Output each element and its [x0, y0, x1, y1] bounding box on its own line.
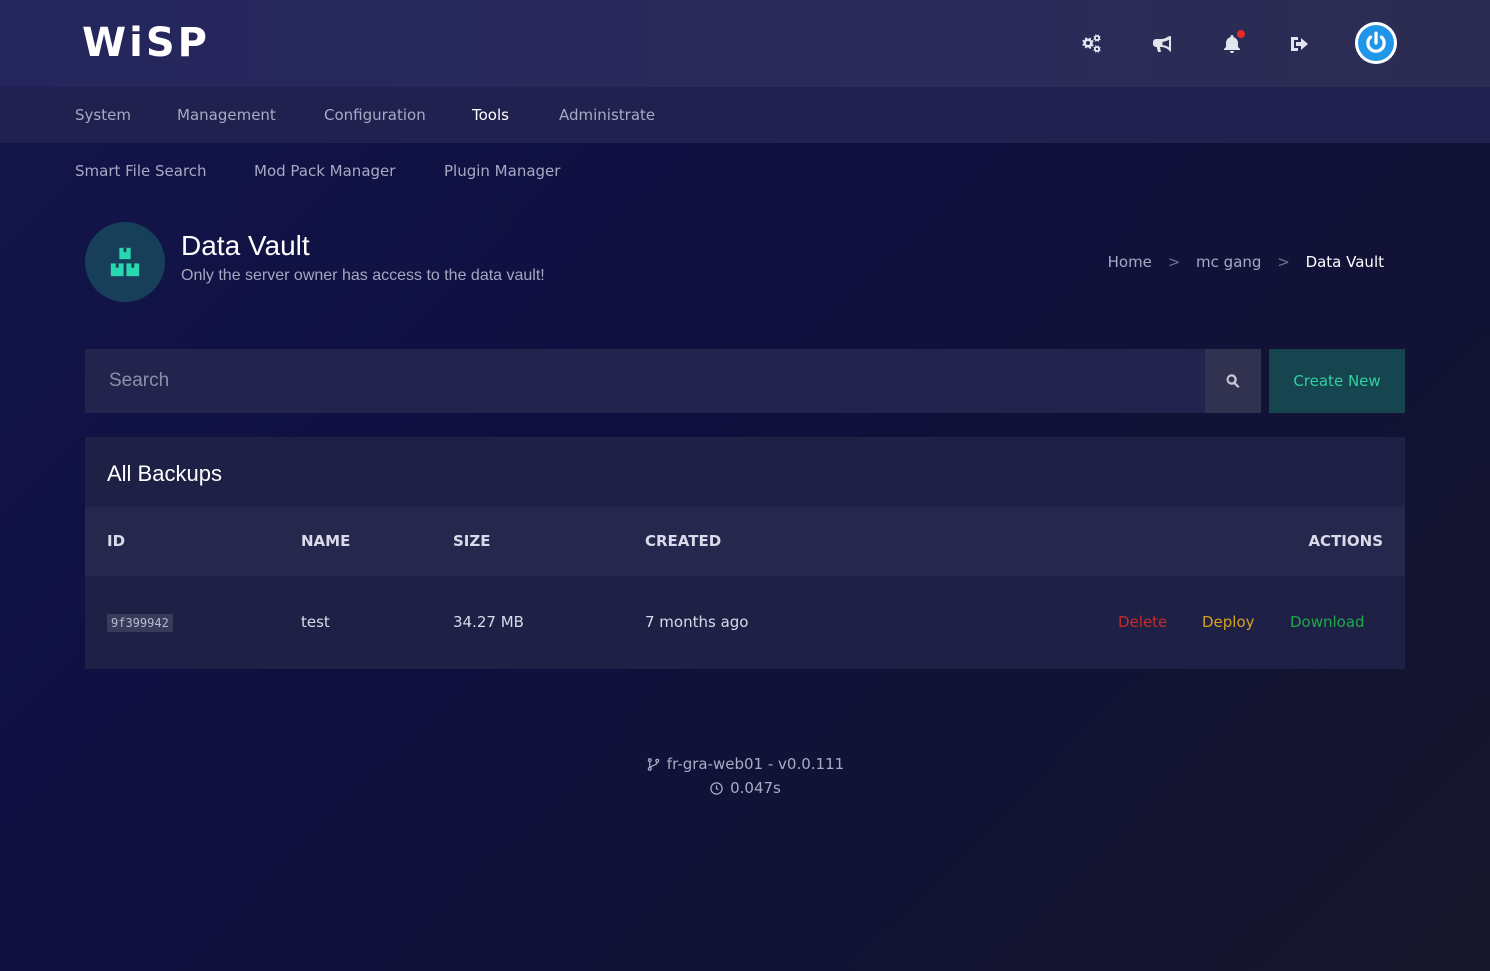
sub-nav: Smart File Search Mod Pack Manager Plugi…: [0, 143, 1490, 199]
column-header-size: SIZE: [453, 532, 491, 550]
page-title: Data Vault: [181, 230, 310, 261]
backup-id: 9f399942: [107, 614, 173, 632]
code-branch-icon: [647, 757, 660, 771]
nav-tools[interactable]: Tools: [472, 87, 509, 143]
column-header-actions: ACTIONS: [1308, 532, 1383, 550]
download-button[interactable]: Download: [1290, 576, 1365, 669]
subnav-plugin-manager[interactable]: Plugin Manager: [444, 143, 560, 199]
breadcrumb-current: Data Vault: [1305, 253, 1384, 271]
breadcrumb-server[interactable]: mc gang: [1196, 253, 1261, 271]
backup-size: 34.27 MB: [453, 613, 524, 631]
power-icon[interactable]: [1355, 22, 1397, 64]
footer-node: fr-gra-web01 - v0.0.111: [666, 755, 845, 773]
subnav-smart-file-search[interactable]: Smart File Search: [75, 143, 207, 199]
table-header: ID NAME SIZE CREATED ACTIONS: [85, 507, 1405, 576]
delete-button[interactable]: Delete: [1118, 576, 1167, 669]
deploy-button[interactable]: Deploy: [1202, 576, 1255, 669]
main-nav: System Management Configuration Tools Ad…: [0, 87, 1490, 143]
search-bar: [85, 349, 1261, 413]
nav-administrate[interactable]: Administrate: [559, 87, 655, 143]
backups-card: All Backups ID NAME SIZE CREATED ACTIONS…: [85, 437, 1405, 669]
page-icon-circle: [85, 222, 165, 302]
bell-icon[interactable]: [1218, 30, 1246, 58]
backup-created: 7 months ago: [645, 613, 749, 631]
subnav-mod-pack-manager[interactable]: Mod Pack Manager: [254, 143, 395, 199]
notification-dot: [1237, 30, 1245, 38]
top-bar: WiSP: [0, 0, 1490, 87]
table-row: 9f399942 test 34.27 MB 7 months ago Dele…: [85, 576, 1405, 669]
clock-icon: [710, 781, 723, 795]
create-new-button[interactable]: Create New: [1269, 349, 1405, 413]
footer-time: 0.047s: [730, 779, 781, 797]
footer-node-line: fr-gra-web01 - v0.0.111: [0, 752, 1490, 776]
backup-id-cell: 9f399942: [107, 576, 173, 670]
settings-cogs-icon[interactable]: [1077, 30, 1105, 58]
search-input[interactable]: [85, 349, 1205, 413]
footer-time-line: 0.047s: [0, 776, 1490, 800]
sign-out-icon[interactable]: [1285, 30, 1313, 58]
cubes-icon: [110, 247, 140, 277]
page-subtitle: Only the server owner has access to the …: [181, 267, 545, 284]
column-header-id: ID: [107, 532, 126, 550]
wisp-logo[interactable]: WiSP: [82, 22, 210, 64]
nav-configuration[interactable]: Configuration: [324, 87, 426, 143]
backup-name: test: [301, 613, 330, 631]
breadcrumb-home[interactable]: Home: [1108, 253, 1152, 271]
nav-system[interactable]: System: [75, 87, 131, 143]
breadcrumb: Home > mc gang > Data Vault: [1103, 253, 1389, 271]
card-title: All Backups: [107, 461, 222, 486]
nav-management[interactable]: Management: [177, 87, 276, 143]
footer: fr-gra-web01 - v0.0.111 0.047s: [0, 752, 1490, 800]
search-icon: [1226, 374, 1240, 389]
breadcrumb-separator: >: [1277, 253, 1290, 271]
megaphone-icon[interactable]: [1149, 30, 1177, 58]
column-header-name: NAME: [301, 532, 351, 550]
breadcrumb-separator: >: [1167, 253, 1181, 271]
search-button[interactable]: [1205, 349, 1261, 413]
column-header-created: CREATED: [645, 532, 722, 550]
